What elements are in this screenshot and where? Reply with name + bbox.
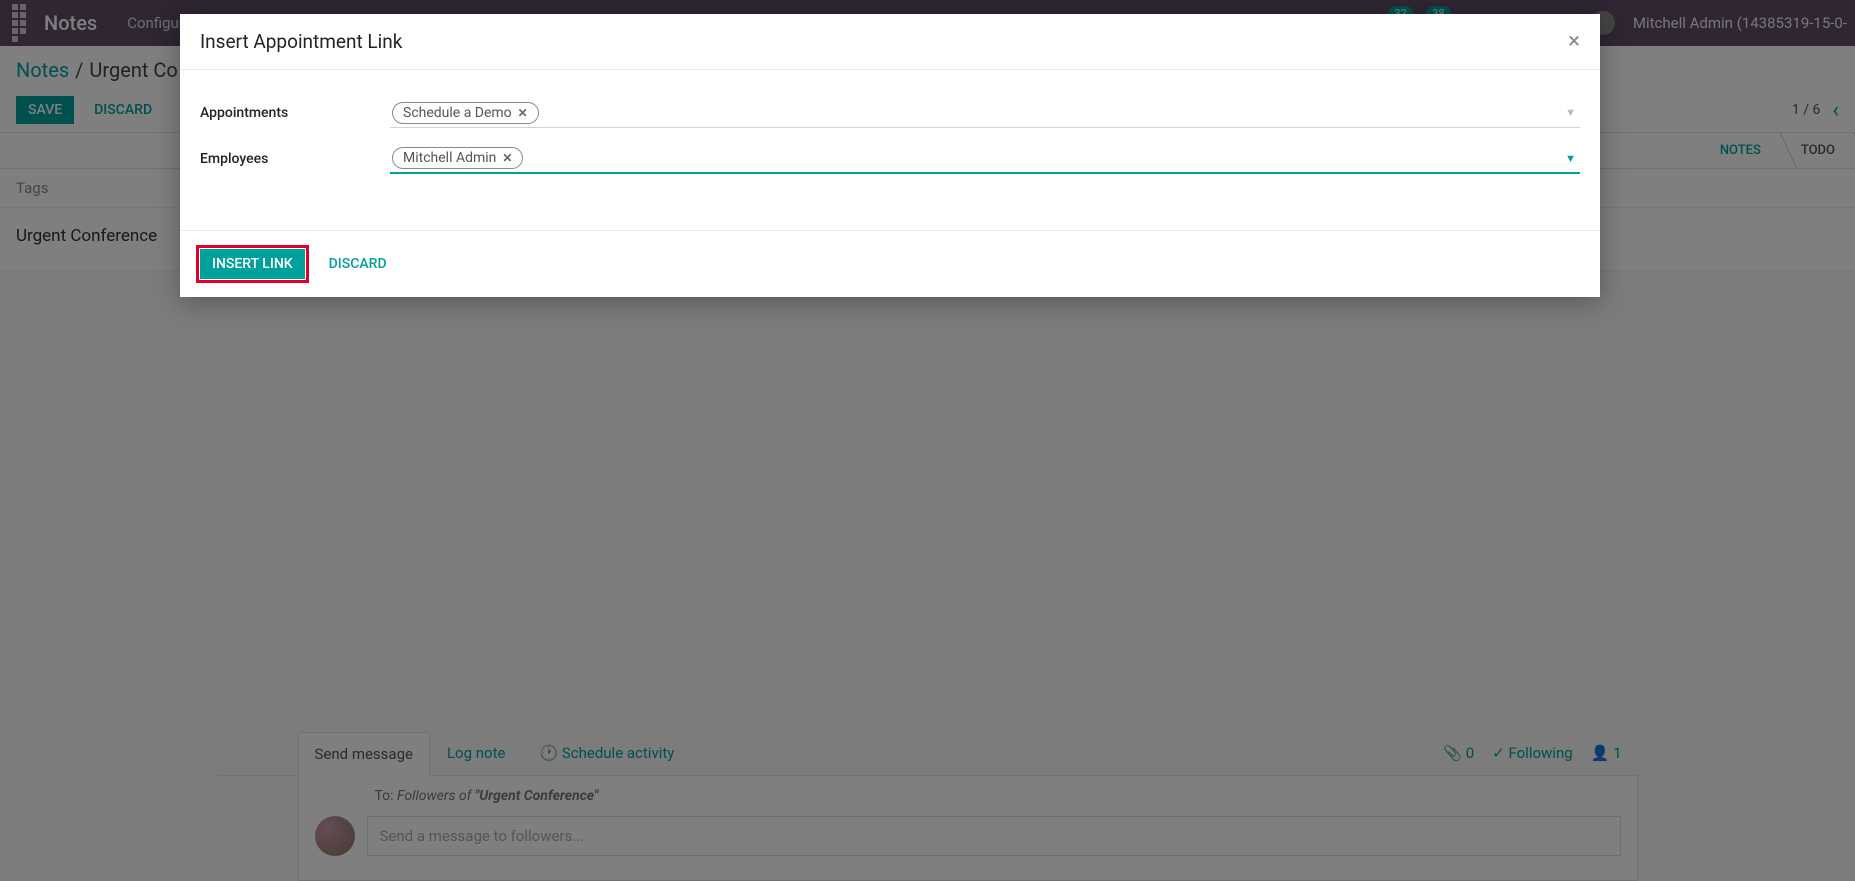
appointment-tag: Schedule a Demo ✕ (392, 102, 539, 124)
modal-body: Appointments Schedule a Demo ✕ ▼ Employe… (180, 70, 1600, 230)
modal-title: Insert Appointment Link (200, 30, 402, 53)
employee-tag: Mitchell Admin ✕ (392, 147, 523, 169)
appointment-tag-label: Schedule a Demo (403, 105, 512, 121)
chevron-down-icon[interactable]: ▼ (1565, 152, 1576, 165)
close-icon[interactable]: × (1568, 31, 1580, 53)
modal-header: Insert Appointment Link × (180, 14, 1600, 70)
employees-field[interactable]: Mitchell Admin ✕ ▼ (390, 144, 1580, 174)
label-employees: Employees (200, 151, 390, 167)
modal-footer: Insert Link Discard (180, 230, 1600, 297)
discard-modal-button[interactable]: Discard (317, 249, 399, 279)
insert-link-button[interactable]: Insert Link (200, 249, 305, 279)
remove-tag-icon[interactable]: ✕ (502, 151, 512, 165)
employee-tag-label: Mitchell Admin (403, 150, 496, 166)
insert-appointment-modal: Insert Appointment Link × Appointments S… (180, 14, 1600, 297)
label-appointments: Appointments (200, 105, 390, 121)
remove-tag-icon[interactable]: ✕ (518, 106, 528, 120)
chevron-down-icon[interactable]: ▼ (1565, 106, 1576, 119)
appointments-field[interactable]: Schedule a Demo ✕ ▼ (390, 98, 1580, 128)
